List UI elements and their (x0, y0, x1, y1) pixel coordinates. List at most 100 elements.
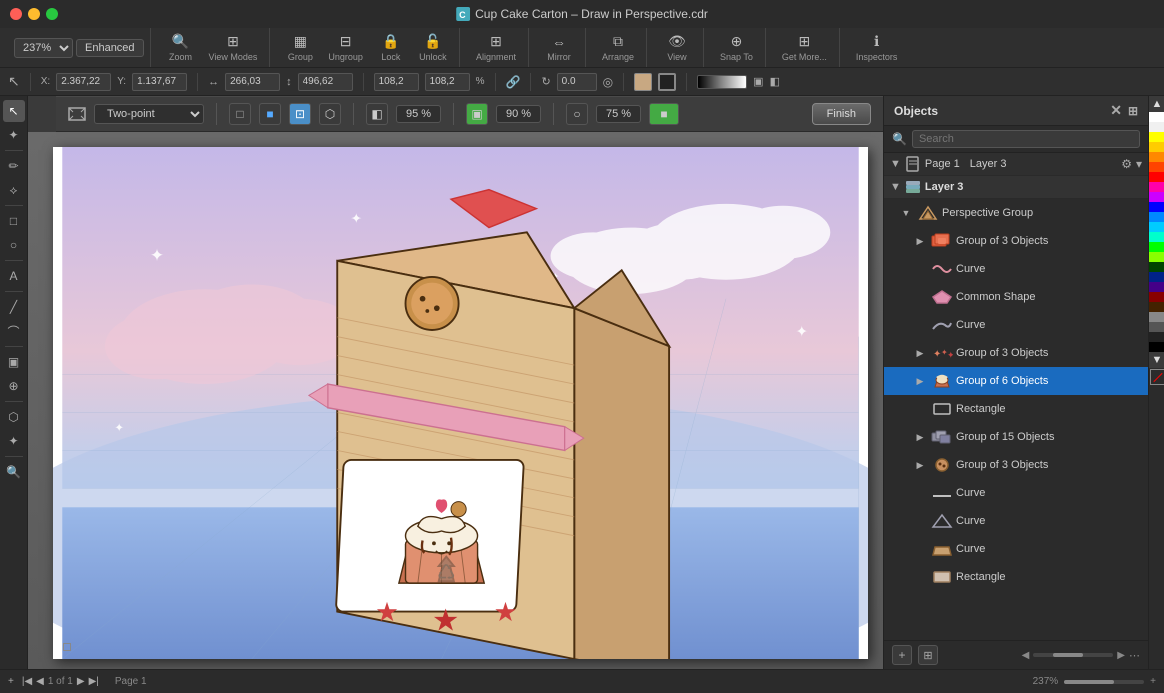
palette-color-lightblue[interactable] (1149, 212, 1164, 222)
layer3-expand-icon[interactable]: ▼ (890, 181, 901, 193)
height-pct-input[interactable] (425, 73, 470, 91)
add-page-button[interactable]: + (8, 676, 14, 687)
palette-scroll-up[interactable]: ▲ (1149, 96, 1164, 112)
group-3-objects-1-item[interactable]: ▶ Group of 3 Objects (884, 227, 1148, 255)
group-6-objects-item[interactable]: ▶ Group of 6 Objects (884, 367, 1148, 395)
curve-tool[interactable]: ✏ (3, 155, 25, 177)
mirror-button[interactable]: ⇔ Mirror (539, 31, 579, 65)
zoom-tool[interactable]: 🔍 (3, 461, 25, 483)
group-button[interactable]: ▦ Group (280, 31, 320, 65)
unlock-button[interactable]: 🔓 Unlock (413, 31, 453, 65)
lock-button[interactable]: 🔒 Lock (371, 31, 411, 65)
perspective-group-item[interactable]: ▼ Perspective Group (884, 199, 1148, 227)
palette-color-white[interactable] (1149, 112, 1164, 122)
group-15-expand[interactable]: ▶ (912, 429, 928, 445)
layer-more-button[interactable]: ▾ (1136, 157, 1142, 171)
curve-4-item[interactable]: ▶ Curve (884, 507, 1148, 535)
opacity-button[interactable]: ◧ (366, 103, 388, 125)
blend-tool[interactable]: ⊕ (3, 375, 25, 397)
width-pct-input[interactable] (374, 73, 419, 91)
group-3-3-expand[interactable]: ▶ (912, 457, 928, 473)
scroll-left-icon[interactable]: ◀ (1022, 650, 1030, 661)
palette-color-nearblack[interactable] (1149, 332, 1164, 342)
palette-color-cyan[interactable] (1149, 222, 1164, 232)
add-layer-button[interactable]: + (892, 645, 912, 665)
palette-scroll-down[interactable]: ▼ (1149, 352, 1164, 368)
palette-color-black[interactable] (1149, 342, 1164, 352)
rectangle-2-item[interactable]: ▶ Rectangle (884, 563, 1148, 591)
alignment-button[interactable]: ⊞ Alignment (470, 31, 522, 65)
group-6-expand[interactable]: ▶ (912, 373, 928, 389)
palette-color-lime[interactable] (1149, 252, 1164, 262)
palette-color-purple[interactable] (1149, 192, 1164, 202)
objects-view-button[interactable]: ⊞ (918, 645, 938, 665)
curve-2-item[interactable]: ▶ Curve (884, 311, 1148, 339)
fill-tool[interactable]: ⬡ (3, 406, 25, 428)
ellipse-tool[interactable]: ○ (3, 234, 25, 256)
page-expand-icon[interactable]: ▼ (890, 158, 901, 170)
height-input[interactable] (298, 73, 353, 91)
palette-color-brown[interactable] (1149, 302, 1164, 312)
snap-to-button[interactable]: ⊕ Snap To (714, 31, 759, 65)
palette-color-green[interactable] (1149, 242, 1164, 252)
palette-color-darkblue[interactable] (1149, 272, 1164, 282)
group-3-1-expand[interactable]: ▶ (912, 233, 928, 249)
rotation-input[interactable] (557, 73, 597, 91)
view-modes-button[interactable]: ⊞ View Modes (203, 31, 264, 65)
x-input[interactable] (56, 73, 111, 91)
palette-color-darkgreen[interactable] (1149, 262, 1164, 272)
palette-color-gray[interactable] (1149, 312, 1164, 322)
outline-color-swatch[interactable] (658, 73, 676, 91)
eyedropper-tool[interactable]: ✦ (3, 430, 25, 452)
enhanced-button[interactable]: Enhanced (76, 39, 144, 57)
search-input[interactable] (912, 130, 1140, 148)
palette-color-gold[interactable] (1149, 142, 1164, 152)
opacity-input[interactable] (396, 105, 441, 123)
view-button[interactable]: 👁 View (657, 31, 697, 65)
first-page-button[interactable]: |◀ (22, 676, 32, 687)
shadow-tool[interactable]: ▣ (3, 351, 25, 373)
palette-color-red-orange[interactable] (1149, 162, 1164, 172)
box-3d-button[interactable]: ⊡ (289, 103, 311, 125)
stroke-opacity-input[interactable] (596, 105, 641, 123)
width-input[interactable] (225, 73, 280, 91)
stroke-opacity-button[interactable]: ○ (566, 103, 588, 125)
more-options-icon[interactable]: ⋯ (1129, 649, 1140, 662)
palette-color-darkpurple[interactable] (1149, 282, 1164, 292)
get-more-button[interactable]: ⊞ Get More... (776, 31, 833, 65)
group-3-objects-3-item[interactable]: ▶ Group of 3 Objects (884, 451, 1148, 479)
minimize-button[interactable] (28, 8, 40, 20)
palette-color-darkgray[interactable] (1149, 322, 1164, 332)
close-button[interactable] (10, 8, 22, 20)
smart-tool[interactable]: ⟡ (3, 179, 25, 201)
zoom-select[interactable]: 237%100%200%50% (14, 38, 73, 58)
palette-color-teal[interactable] (1149, 232, 1164, 242)
curve-3-item[interactable]: ▶ Curve (884, 479, 1148, 507)
objects-tree[interactable]: ▼ Perspective Group ▶ (884, 199, 1148, 640)
line-tool[interactable]: ╱ (3, 296, 25, 318)
box-filled-button[interactable]: ■ (259, 103, 281, 125)
last-page-button[interactable]: ▶| (89, 676, 99, 687)
zoom-in-button[interactable]: + (1150, 676, 1156, 687)
group-3-2-expand[interactable]: ▶ (912, 345, 928, 361)
palette-color-orange[interactable] (1149, 152, 1164, 162)
no-fill-button[interactable] (1150, 369, 1164, 385)
box-outline-button[interactable]: □ (229, 103, 251, 125)
layer-settings-button[interactable]: ⚙ (1121, 157, 1132, 171)
close-panel-button[interactable]: ✕ (1110, 102, 1122, 119)
hex-button[interactable]: ⬡ (319, 103, 341, 125)
expand-panel-icon[interactable]: ⊞ (1128, 104, 1138, 118)
next-page-button[interactable]: ▶ (77, 676, 85, 687)
y-input[interactable] (132, 73, 187, 91)
group-3-objects-2-item[interactable]: ▶ ✦ ✦ ✦ Group of 3 Objects (884, 339, 1148, 367)
finish-button[interactable]: Finish (812, 103, 871, 125)
inspectors-button[interactable]: ℹ Inspectors (850, 31, 904, 65)
color-box-button[interactable]: ■ (649, 103, 679, 125)
fill-opacity-input[interactable] (496, 105, 541, 123)
common-shape-item[interactable]: ▶ Common Shape (884, 283, 1148, 311)
palette-color-yellow[interactable] (1149, 132, 1164, 142)
group-15-item[interactable]: ▶ Group of 15 Objects (884, 423, 1148, 451)
zoom-tool-button[interactable]: 🔍 Zoom (161, 31, 201, 65)
select-tool[interactable]: ↖ (3, 100, 25, 122)
perspective-group-expand[interactable]: ▼ (898, 205, 914, 221)
